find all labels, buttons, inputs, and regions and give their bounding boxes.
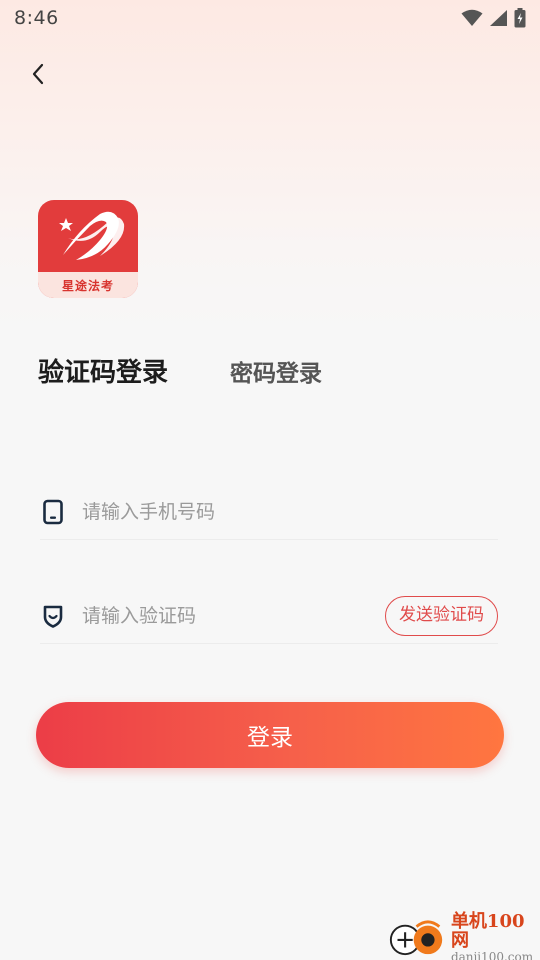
status-bar: 8:46 xyxy=(0,0,540,36)
verification-code-input[interactable] xyxy=(82,595,385,636)
chevron-left-icon xyxy=(32,63,44,85)
tab-password-login[interactable]: 密码登录 xyxy=(230,354,322,388)
send-code-button[interactable]: 发送验证码 xyxy=(385,595,498,636)
tab-sms-login[interactable]: 验证码登录 xyxy=(38,352,168,389)
logo-brand-text: 星途法考 xyxy=(61,278,114,293)
watermark-logo-icon xyxy=(389,920,443,956)
watermark-title: 单机100网 xyxy=(450,910,525,952)
logo-mark-icon xyxy=(59,211,125,260)
back-button[interactable] xyxy=(22,58,54,90)
wifi-icon xyxy=(461,9,483,26)
app-logo: 星途法考 xyxy=(38,200,138,298)
cell-signal-icon xyxy=(490,10,507,26)
shield-icon xyxy=(40,603,66,629)
watermark: 单机100网 danji100.com xyxy=(388,911,538,960)
status-icons xyxy=(461,8,526,28)
status-time: 8:46 xyxy=(14,7,59,29)
code-field: 发送验证码 xyxy=(40,588,498,644)
watermark-url: danji100.com xyxy=(450,950,534,960)
login-button[interactable]: 登录 xyxy=(36,702,504,768)
phone-input[interactable] xyxy=(82,491,498,532)
login-tabs: 验证码登录 密码登录 xyxy=(38,352,322,389)
phone-field xyxy=(40,484,498,540)
logo-band: 星途法考 xyxy=(38,272,138,298)
phone-icon xyxy=(40,499,66,525)
battery-charging-icon xyxy=(514,8,526,28)
